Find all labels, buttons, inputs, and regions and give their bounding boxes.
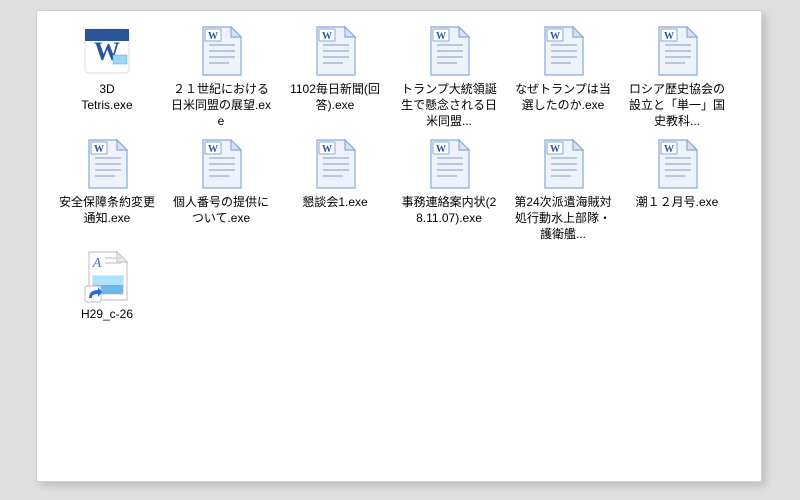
- word-page-icon: W: [535, 23, 591, 79]
- svg-text:W: W: [94, 144, 104, 155]
- file-label: 第24次派遣海賊対処行動水上部隊・護衛艦...: [513, 194, 613, 243]
- file-item[interactable]: W 1102毎日新聞(回答).exe: [283, 23, 387, 130]
- file-label: 事務連絡案内状(28.11.07).exe: [399, 194, 499, 226]
- file-item[interactable]: W 安全保障条約変更通知.exe: [55, 136, 159, 243]
- svg-text:W: W: [436, 144, 446, 155]
- word-page-icon: W: [535, 136, 591, 192]
- word-page-icon: W: [307, 23, 363, 79]
- file-label: 潮１２月号.exe: [636, 194, 719, 210]
- file-label: 3DTetris.exe: [81, 81, 132, 113]
- file-label: 1102毎日新聞(回答).exe: [285, 81, 385, 113]
- file-item[interactable]: W 個人番号の提供について.exe: [169, 136, 273, 243]
- svg-text:W: W: [322, 31, 332, 42]
- explorer-window: W 3DTetris.exe W ２１世紀における日米同盟の展望.exe W 1…: [36, 10, 762, 482]
- svg-text:W: W: [550, 144, 560, 155]
- file-label: 懇談会1.exe: [302, 194, 367, 210]
- file-item[interactable]: W 潮１２月号.exe: [625, 136, 729, 243]
- file-item[interactable]: W 3DTetris.exe: [55, 23, 159, 130]
- svg-text:A: A: [92, 256, 102, 271]
- file-item[interactable]: W なぜトランプは当選したのか.exe: [511, 23, 615, 130]
- file-item[interactable]: W 懇談会1.exe: [283, 136, 387, 243]
- word-page-icon: W: [193, 23, 249, 79]
- file-grid: W 3DTetris.exe W ２１世紀における日米同盟の展望.exe W 1…: [37, 11, 761, 334]
- svg-text:W: W: [208, 31, 218, 42]
- word-page-icon: W: [649, 23, 705, 79]
- file-label: ロシア歴史協会の設立と「単一」国史教科...: [627, 81, 727, 130]
- file-label: 安全保障条約変更通知.exe: [57, 194, 157, 226]
- file-label: トランプ大統領誕生で懸念される日米同盟...: [399, 81, 499, 130]
- file-item[interactable]: A H29_c-26: [55, 248, 159, 322]
- word-page-icon: W: [193, 136, 249, 192]
- svg-text:W: W: [550, 31, 560, 42]
- file-label: H29_c-26: [81, 306, 133, 322]
- word-page-icon: W: [421, 136, 477, 192]
- file-label: 個人番号の提供について.exe: [171, 194, 271, 226]
- svg-text:W: W: [664, 144, 674, 155]
- file-label: なぜトランプは当選したのか.exe: [513, 81, 613, 113]
- word-page-icon: W: [79, 136, 135, 192]
- shortcut-doc-icon: A: [79, 248, 135, 304]
- file-item[interactable]: W 事務連絡案内状(28.11.07).exe: [397, 136, 501, 243]
- word-icon: W: [79, 23, 135, 79]
- file-item[interactable]: W ロシア歴史協会の設立と「単一」国史教科...: [625, 23, 729, 130]
- word-page-icon: W: [649, 136, 705, 192]
- file-item[interactable]: W ２１世紀における日米同盟の展望.exe: [169, 23, 273, 130]
- file-label: ２１世紀における日米同盟の展望.exe: [171, 81, 271, 130]
- word-page-icon: W: [307, 136, 363, 192]
- word-page-icon: W: [421, 23, 477, 79]
- svg-text:W: W: [208, 144, 218, 155]
- file-item[interactable]: W トランプ大統領誕生で懸念される日米同盟...: [397, 23, 501, 130]
- svg-text:W: W: [436, 31, 446, 42]
- svg-text:W: W: [322, 144, 332, 155]
- file-item[interactable]: W 第24次派遣海賊対処行動水上部隊・護衛艦...: [511, 136, 615, 243]
- svg-text:W: W: [664, 31, 674, 42]
